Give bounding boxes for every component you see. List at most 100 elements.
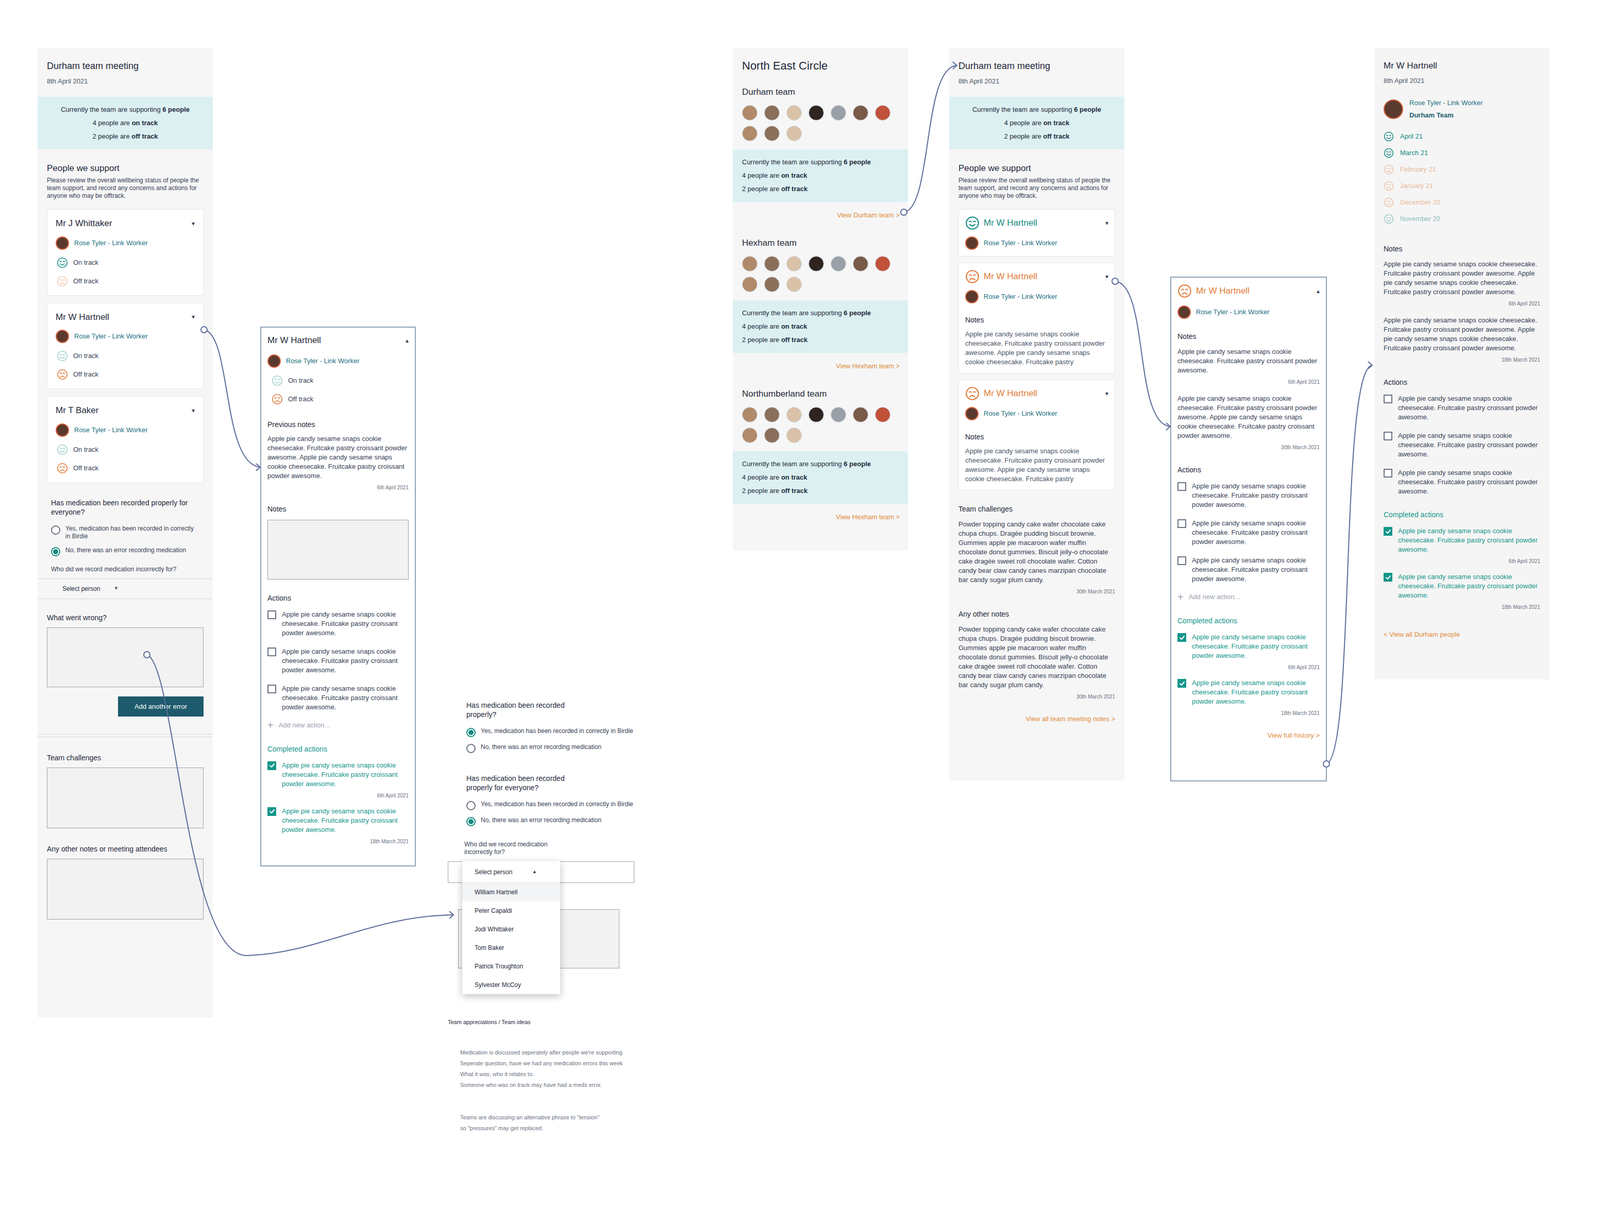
back-link[interactable]: < View all Durham people: [1383, 629, 1541, 640]
view-team-link[interactable]: View Durham team >: [732, 201, 908, 229]
view-team-link[interactable]: View Hexham team >: [732, 503, 908, 531]
month-row[interactable]: February 21: [1383, 164, 1541, 175]
radio[interactable]: [466, 801, 476, 811]
worker-name[interactable]: Rose Tyler - Link Worker: [285, 356, 360, 367]
status-label: On track: [73, 444, 99, 456]
worker-name[interactable]: Rose Tyler - Link Worker: [983, 238, 1058, 249]
checkbox[interactable]: [267, 684, 277, 694]
section-heading: Notes: [267, 503, 409, 515]
medication-options-screen: Has medication been recorded properly?Ye…: [447, 700, 665, 1135]
text-area[interactable]: [46, 767, 204, 829]
summary-wrap: Currently the team are supporting 6 peop…: [732, 149, 908, 202]
person-card[interactable]: Mr T Baker▾Rose Tyler - Link WorkerOn tr…: [46, 396, 204, 483]
collapse-toggle[interactable]: ▴: [1316, 286, 1320, 296]
checkbox[interactable]: [1383, 573, 1393, 582]
status-option[interactable]: Off track: [56, 462, 195, 475]
month-row[interactable]: January 21: [1383, 180, 1541, 192]
dropdown-option[interactable]: Sylvester McCoy: [462, 975, 561, 995]
note: Apple pie candy sesame snaps cookie chee…: [267, 434, 409, 492]
status-option[interactable]: On track: [271, 375, 409, 387]
person-card[interactable]: Mr W Hartnell▾Rose Tyler - Link WorkerOn…: [46, 302, 204, 390]
note-text: Apple pie candy sesame snaps cookie chee…: [965, 446, 1109, 484]
worker-wrap: Rose Tyler - Link Worker: [55, 236, 195, 250]
checkbox[interactable]: [1177, 633, 1187, 643]
checkbox[interactable]: [1383, 394, 1393, 404]
checkbox[interactable]: [1383, 431, 1393, 441]
checkbox[interactable]: [1177, 519, 1187, 529]
collapse-toggle[interactable]: ▾: [1105, 218, 1109, 228]
dropdown-option[interactable]: William Hartnell: [462, 883, 561, 902]
radio[interactable]: [466, 817, 476, 827]
design-comments: Medication is discussed seperately after…: [447, 1047, 665, 1135]
worker-name[interactable]: Rose Tyler - Link Worker: [1196, 307, 1270, 318]
worker-name[interactable]: Rose Tyler - Link Worker: [1409, 97, 1484, 109]
view-history-link[interactable]: View full history >: [1267, 730, 1320, 741]
status-option[interactable]: Off track: [56, 368, 195, 381]
text-area[interactable]: [267, 519, 409, 580]
text-area[interactable]: [46, 627, 204, 688]
worker-wrap: Rose Tyler - Link Worker: [55, 329, 195, 344]
dropdown-menu: Select person▴William HartnellPeter Capa…: [462, 861, 561, 995]
checkbox[interactable]: [267, 807, 277, 817]
radio[interactable]: [466, 728, 476, 738]
checkbox[interactable]: [1177, 679, 1187, 688]
worker-name[interactable]: Rose Tyler - Link Worker: [74, 331, 148, 342]
checkbox[interactable]: [1383, 468, 1393, 478]
dropdown-option[interactable]: Tom Baker: [462, 938, 561, 958]
checkbox[interactable]: [1383, 527, 1393, 536]
field-label: What went wrong?: [46, 612, 204, 624]
status-option[interactable]: Off track: [271, 393, 409, 406]
worker-name[interactable]: Rose Tyler - Link Worker: [983, 291, 1058, 302]
person-select[interactable]: Select person▾: [37, 578, 213, 600]
status-option[interactable]: Off track: [56, 275, 195, 288]
collapse-toggle[interactable]: ▾: [1105, 272, 1109, 282]
text-area[interactable]: [46, 859, 204, 920]
add-error-button[interactable]: Add another error: [118, 696, 204, 718]
member-avatar: [764, 256, 780, 272]
dropdown-option[interactable]: Peter Capaldi: [462, 901, 561, 921]
dropdown-option[interactable]: Jodi Whittaker: [462, 920, 561, 939]
collapse-toggle[interactable]: ▾: [191, 406, 195, 416]
checkbox[interactable]: [1177, 482, 1187, 492]
checkbox[interactable]: [1177, 556, 1187, 566]
divider: [37, 734, 213, 738]
radio[interactable]: [51, 525, 61, 535]
person-card[interactable]: Mr W Hartnell▾Rose Tyler - Link Worker: [958, 209, 1116, 257]
view-notes-link[interactable]: View all team meeting notes >: [1016, 714, 1125, 725]
month-row[interactable]: December 20: [1383, 197, 1541, 208]
dropdown-header[interactable]: Select person▴: [462, 861, 561, 884]
member-avatar: [874, 105, 891, 121]
radio[interactable]: [466, 744, 476, 754]
radio[interactable]: [51, 547, 61, 557]
add-action[interactable]: +Add new action...: [267, 720, 409, 731]
note: Apple pie candy sesame snaps cookie chee…: [1383, 259, 1541, 308]
radio-dot: [53, 549, 59, 555]
month-row[interactable]: November 20: [1383, 213, 1541, 225]
date: 6th April 2021: [1288, 663, 1320, 672]
person-card[interactable]: Mr W Hartnell▾Rose Tyler - Link WorkerNo…: [958, 262, 1116, 374]
collapse-toggle[interactable]: ▴: [405, 335, 409, 346]
status-option[interactable]: On track: [56, 350, 195, 362]
worker-name[interactable]: Rose Tyler - Link Worker: [983, 408, 1058, 419]
radio-option: No, there was an error recording medicat…: [466, 743, 665, 754]
summary-text: 2 people are: [742, 335, 782, 344]
worker-name[interactable]: Rose Tyler - Link Worker: [74, 425, 148, 436]
month-row[interactable]: March 21: [1383, 147, 1541, 159]
add-action[interactable]: +Add new action...: [1177, 592, 1320, 603]
month-row[interactable]: April 21: [1383, 131, 1541, 142]
status-option[interactable]: On track: [56, 257, 195, 269]
collapse-toggle[interactable]: ▾: [1105, 389, 1109, 399]
checkbox[interactable]: [267, 647, 277, 657]
status-option[interactable]: On track: [56, 444, 195, 456]
summary-figure: 6 people: [1073, 105, 1102, 114]
radio-dot: [468, 819, 474, 825]
dropdown-option[interactable]: Patrick Troughton: [462, 957, 561, 976]
person-card[interactable]: Mr W Hartnell▾Rose Tyler - Link WorkerNo…: [958, 379, 1116, 491]
worker-name[interactable]: Rose Tyler - Link Worker: [74, 238, 148, 249]
view-team-link[interactable]: View Hexham team >: [732, 352, 908, 380]
checkbox[interactable]: [267, 761, 277, 771]
person-card[interactable]: Mr J Whittaker▾Rose Tyler - Link WorkerO…: [46, 209, 204, 296]
collapse-toggle[interactable]: ▾: [191, 312, 195, 322]
collapse-toggle[interactable]: ▾: [191, 219, 195, 229]
checkbox[interactable]: [267, 610, 277, 620]
